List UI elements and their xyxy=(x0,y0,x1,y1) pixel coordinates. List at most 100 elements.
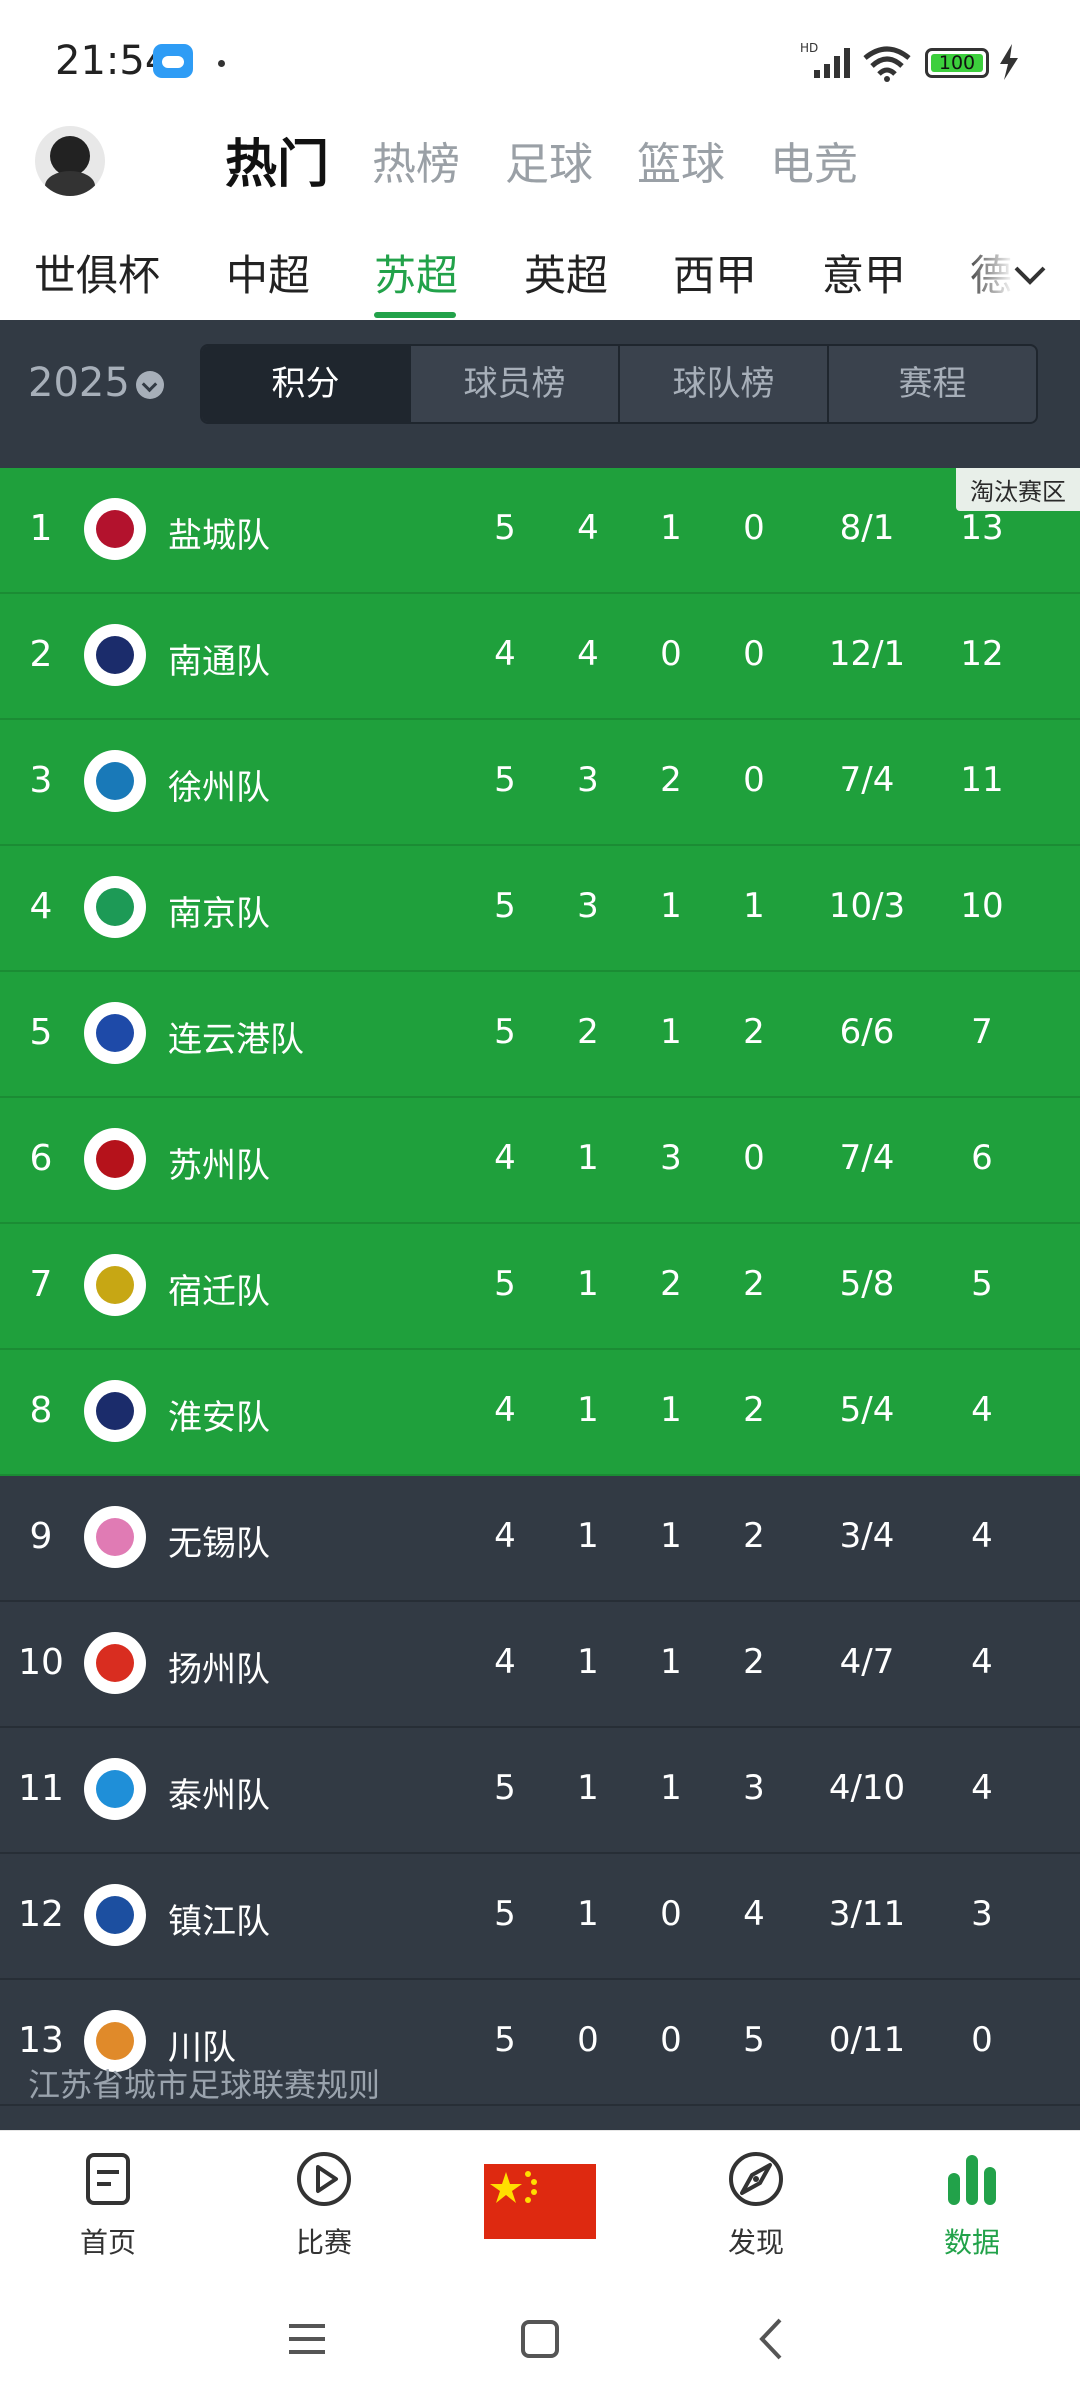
team-name: 泰州队 xyxy=(168,1776,270,1816)
team-name: 南京队 xyxy=(168,894,270,934)
team-name: 苏州队 xyxy=(168,1146,270,1186)
tab-hot[interactable]: 热门 xyxy=(225,122,329,197)
segment-team-ranking[interactable]: 球队榜 xyxy=(620,346,829,422)
chevron-down-icon[interactable] xyxy=(1010,255,1050,295)
points-cell: 13 xyxy=(960,508,1004,548)
notification-dot xyxy=(218,60,225,67)
nav-matches[interactable]: 比赛 xyxy=(264,2149,384,2261)
table-row[interactable]: 2 南通队 4 4 0 0 12/1 12 xyxy=(0,594,1080,720)
league-tab-la-liga[interactable]: 西甲 xyxy=(673,242,757,303)
season-selector[interactable]: 2025 xyxy=(28,360,164,406)
lost-cell: 2 xyxy=(743,1390,765,1430)
drawn-cell: 3 xyxy=(660,1138,682,1178)
tab-football[interactable]: 足球 xyxy=(505,128,593,192)
lost-cell: 5 xyxy=(743,2020,765,2060)
table-row[interactable]: 5 连云港队 5 2 1 2 6/6 7 xyxy=(0,972,1080,1098)
drawn-cell: 1 xyxy=(660,508,682,548)
team-logo-icon xyxy=(84,624,146,686)
table-row[interactable]: 12 镇江队 5 1 0 4 3/11 3 xyxy=(0,1854,1080,1980)
league-tab-csl[interactable]: 中超 xyxy=(226,242,310,303)
points-cell: 7 xyxy=(971,1012,993,1052)
drawn-cell: 1 xyxy=(660,1642,682,1682)
points-cell: 12 xyxy=(960,634,1004,674)
table-row[interactable]: 11 泰州队 5 1 1 3 4/10 4 xyxy=(0,1728,1080,1854)
lost-cell: 2 xyxy=(743,1264,765,1304)
home-square-icon[interactable] xyxy=(515,2314,565,2364)
rank-cell: 8 xyxy=(29,1390,53,1431)
team-name: 宿迁队 xyxy=(168,1272,270,1312)
team-name: 淮安队 xyxy=(168,1398,270,1438)
battery-icon: 100 xyxy=(925,48,989,78)
cellular-signal-icon: HD xyxy=(800,41,850,78)
standings-segmented-control: 积分 球员榜 球队榜 赛程 xyxy=(200,344,1038,424)
played-cell: 5 xyxy=(494,1012,516,1052)
league-tab-su-league[interactable]: 苏超 xyxy=(374,242,458,303)
dropdown-icon xyxy=(135,371,164,399)
table-row[interactable]: 10 扬州队 4 1 1 2 4/7 4 xyxy=(0,1602,1080,1728)
drawn-cell: 0 xyxy=(660,634,682,674)
rank-cell: 1 xyxy=(29,508,53,549)
hd-label: HD xyxy=(800,41,818,55)
goals-cell: 3/4 xyxy=(839,1516,895,1556)
back-icon[interactable] xyxy=(748,2314,798,2364)
segment-schedule[interactable]: 赛程 xyxy=(829,346,1036,422)
played-cell: 5 xyxy=(494,1894,516,1934)
league-tab-club-world-cup[interactable]: 世俱杯 xyxy=(34,242,160,303)
rank-cell: 11 xyxy=(18,1768,64,1809)
won-cell: 1 xyxy=(577,1894,599,1934)
goals-cell: 3/11 xyxy=(828,1894,906,1934)
team-name: 连云港队 xyxy=(168,1020,304,1060)
lost-cell: 3 xyxy=(743,1768,765,1808)
segment-player-ranking[interactable]: 球员榜 xyxy=(411,346,620,422)
drawn-cell: 1 xyxy=(660,886,682,926)
team-logo-icon xyxy=(84,750,146,812)
league-tab-serie-a[interactable]: 意甲 xyxy=(822,242,906,303)
segment-points[interactable]: 积分 xyxy=(202,346,411,422)
table-row[interactable]: 8 淮安队 4 1 1 2 5/4 4 xyxy=(0,1350,1080,1476)
status-bar: 21:54 HD 100 xyxy=(0,0,1080,110)
team-logo-emblem xyxy=(96,1140,134,1178)
rank-cell: 13 xyxy=(18,2020,64,2061)
rank-cell: 12 xyxy=(18,1894,64,1935)
nav-matches-label: 比赛 xyxy=(295,2226,352,2259)
nav-data[interactable]: 数据 xyxy=(912,2149,1032,2261)
table-row[interactable]: 1 盐城队 5 4 1 0 8/1 13 淘汰赛区 xyxy=(0,468,1080,594)
lost-cell: 0 xyxy=(743,508,765,548)
played-cell: 4 xyxy=(494,1642,516,1682)
won-cell: 4 xyxy=(577,508,599,548)
table-row[interactable]: 3 徐州队 5 3 2 0 7/4 11 xyxy=(0,720,1080,846)
table-row[interactable]: 9 无锡队 4 1 1 2 3/4 4 xyxy=(0,1476,1080,1602)
china-flag-icon[interactable] xyxy=(484,2164,596,2239)
table-row[interactable]: 4 南京队 5 3 1 1 10/3 10 xyxy=(0,846,1080,972)
rank-cell: 3 xyxy=(29,760,53,801)
charging-icon xyxy=(1000,44,1018,80)
league-tab-premier-league[interactable]: 英超 xyxy=(524,242,608,303)
goals-cell: 12/1 xyxy=(828,634,906,674)
table-row[interactable]: 7 宿迁队 5 1 2 2 5/8 5 xyxy=(0,1224,1080,1350)
drawn-cell: 1 xyxy=(660,1390,682,1430)
won-cell: 1 xyxy=(577,1642,599,1682)
lost-cell: 0 xyxy=(743,760,765,800)
tab-basketball[interactable]: 篮球 xyxy=(637,128,725,192)
goals-cell: 5/4 xyxy=(839,1390,895,1430)
menu-icon[interactable] xyxy=(282,2314,332,2364)
tab-esports[interactable]: 电竞 xyxy=(770,128,858,192)
tab-hot-list[interactable]: 热榜 xyxy=(372,128,460,192)
nav-discover[interactable]: 发现 xyxy=(696,2149,816,2261)
top-navigation: 热门 热榜 足球 篮球 电竞 xyxy=(0,110,1080,220)
league-tabs: 世俱杯 中超 苏超 英超 西甲 意甲 德 xyxy=(0,220,1080,320)
played-cell: 4 xyxy=(494,1516,516,1556)
table-row[interactable]: 6 苏州队 4 1 3 0 7/4 6 xyxy=(0,1098,1080,1224)
played-cell: 5 xyxy=(494,1264,516,1304)
drawn-cell: 0 xyxy=(660,1894,682,1934)
nav-home[interactable]: 首页 xyxy=(48,2149,168,2261)
points-cell: 6 xyxy=(971,1138,993,1178)
team-logo-emblem xyxy=(96,2022,134,2060)
user-avatar[interactable] xyxy=(35,126,105,196)
points-cell: 4 xyxy=(971,1642,993,1682)
active-tab-indicator xyxy=(374,312,456,318)
rank-cell: 6 xyxy=(29,1138,53,1179)
rules-link[interactable]: 江苏省城市足球联赛规则 xyxy=(28,2060,380,2106)
team-logo-icon xyxy=(84,1128,146,1190)
app-notification-icon xyxy=(153,44,193,78)
